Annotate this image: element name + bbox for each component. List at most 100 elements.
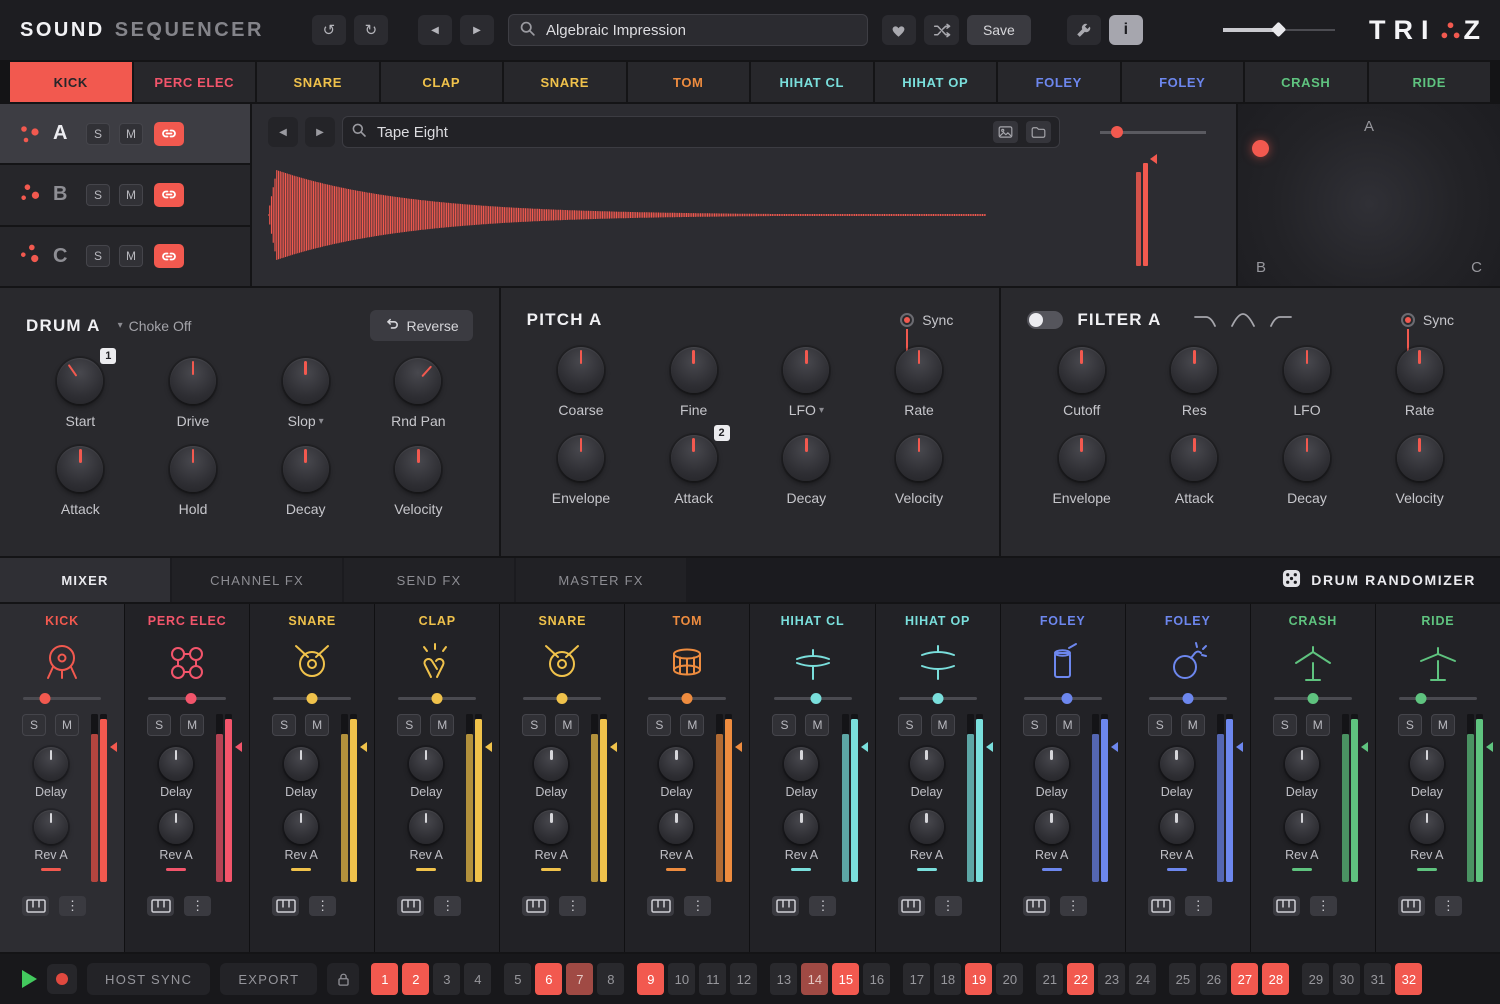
channel-menu-button[interactable]: ⋮: [1185, 896, 1212, 916]
next-preset-button[interactable]: ▶: [460, 15, 494, 45]
sample-gain-slider[interactable]: [1100, 126, 1206, 138]
channel-mute-button[interactable]: M: [55, 714, 79, 736]
envelope-knob[interactable]: [558, 435, 604, 481]
drum-tab-crash[interactable]: CRASH: [1245, 62, 1367, 102]
xy-pad-cursor[interactable]: [1252, 140, 1269, 157]
export-button[interactable]: EXPORT: [220, 963, 317, 995]
channel-mute-button[interactable]: M: [555, 714, 579, 736]
slop-knob[interactable]: [283, 358, 329, 404]
velocity-knob[interactable]: [395, 446, 441, 492]
drum-tab-ride[interactable]: RIDE: [1369, 62, 1491, 102]
channel-volume-slider[interactable]: [398, 692, 476, 704]
channel-solo-button[interactable]: S: [1148, 714, 1172, 736]
channel-mute-button[interactable]: M: [1306, 714, 1330, 736]
drum-tab-foley[interactable]: FOLEY: [998, 62, 1120, 102]
filter-type-selector[interactable]: [1194, 313, 1292, 327]
layer-link-button[interactable]: [154, 244, 184, 268]
delay-send-knob[interactable]: [34, 747, 68, 781]
pitch-sync-toggle[interactable]: Sync: [900, 312, 953, 328]
keyboard-mapping-button[interactable]: [522, 896, 549, 916]
start-knob[interactable]: 1: [57, 358, 103, 404]
step-26[interactable]: 26: [1200, 963, 1227, 995]
channel-volume-slider[interactable]: [1274, 692, 1352, 704]
settings-wrench-button[interactable]: [1067, 15, 1101, 45]
channel-menu-button[interactable]: ⋮: [559, 896, 586, 916]
filter-enable-toggle[interactable]: [1027, 311, 1063, 329]
channel-menu-button[interactable]: ⋮: [935, 896, 962, 916]
info-button[interactable]: i: [1109, 15, 1143, 45]
channel-mute-button[interactable]: M: [1431, 714, 1455, 736]
channel-volume-slider[interactable]: [273, 692, 351, 704]
step-15[interactable]: 15: [832, 963, 859, 995]
slider-handle[interactable]: [1182, 693, 1193, 704]
step-32[interactable]: 32: [1395, 963, 1422, 995]
reverb-send-knob[interactable]: [910, 810, 944, 844]
slider-handle[interactable]: [557, 693, 568, 704]
step-2[interactable]: 2: [402, 963, 429, 995]
keyboard-mapping-button[interactable]: [647, 896, 674, 916]
step-12[interactable]: 12: [730, 963, 757, 995]
velocity-knob[interactable]: [896, 435, 942, 481]
channel-solo-button[interactable]: S: [272, 714, 296, 736]
delay-send-knob[interactable]: [534, 747, 568, 781]
lfo-knob[interactable]: [783, 347, 829, 393]
attack-knob[interactable]: [1171, 435, 1217, 481]
channel-mute-button[interactable]: M: [305, 714, 329, 736]
slider-handle[interactable]: [1271, 22, 1287, 38]
channel-menu-button[interactable]: ⋮: [184, 896, 211, 916]
channel-solo-button[interactable]: S: [772, 714, 796, 736]
reverb-send-knob[interactable]: [159, 810, 193, 844]
reverb-send-knob[interactable]: [659, 810, 693, 844]
channel-menu-button[interactable]: ⋮: [1060, 896, 1087, 916]
step-24[interactable]: 24: [1129, 963, 1156, 995]
reverb-send-knob[interactable]: [1035, 810, 1069, 844]
favorite-heart-button[interactable]: [882, 15, 916, 45]
step-17[interactable]: 17: [903, 963, 930, 995]
waveform-display[interactable]: [268, 156, 986, 274]
step-5[interactable]: 5: [504, 963, 531, 995]
drum-tab-kick[interactable]: KICK: [10, 62, 132, 102]
channel-volume-slider[interactable]: [148, 692, 226, 704]
preset-search-field[interactable]: [508, 14, 868, 46]
keyboard-mapping-button[interactable]: [1273, 896, 1300, 916]
rate-knob[interactable]: [896, 347, 942, 393]
channel-solo-button[interactable]: S: [1273, 714, 1297, 736]
channel-volume-slider[interactable]: [1149, 692, 1227, 704]
attack-knob[interactable]: 2: [671, 435, 717, 481]
layer-mute-button[interactable]: M: [119, 184, 143, 206]
slider-handle[interactable]: [307, 693, 318, 704]
delay-send-knob[interactable]: [409, 747, 443, 781]
delay-send-knob[interactable]: [1410, 747, 1444, 781]
step-10[interactable]: 10: [668, 963, 695, 995]
reverb-send-knob[interactable]: [1410, 810, 1444, 844]
delay-send-knob[interactable]: [910, 747, 944, 781]
fx-tab-channel-fx[interactable]: CHANNEL FX: [172, 558, 342, 602]
channel-solo-button[interactable]: S: [647, 714, 671, 736]
choke-dropdown[interactable]: ▾Choke Off: [115, 318, 192, 334]
filter-sync-toggle[interactable]: Sync: [1401, 312, 1454, 328]
ui-scale-slider[interactable]: [1223, 23, 1335, 37]
sample-search-field[interactable]: [342, 116, 1060, 148]
slider-handle[interactable]: [186, 693, 197, 704]
step-30[interactable]: 30: [1333, 963, 1360, 995]
step-28[interactable]: 28: [1262, 963, 1289, 995]
reverb-send-knob[interactable]: [34, 810, 68, 844]
drum-tab-hihat-cl[interactable]: HIHAT CL: [751, 62, 873, 102]
channel-solo-button[interactable]: S: [22, 714, 46, 736]
step-31[interactable]: 31: [1364, 963, 1391, 995]
fx-tab-send-fx[interactable]: SEND FX: [344, 558, 514, 602]
coarse-knob[interactable]: [558, 347, 604, 393]
next-sample-button[interactable]: ▶: [305, 117, 335, 147]
fx-tab-mixer[interactable]: MIXER: [0, 558, 170, 602]
channel-solo-button[interactable]: S: [1398, 714, 1422, 736]
slider-handle[interactable]: [1061, 693, 1072, 704]
drum-tab-clap[interactable]: CLAP: [381, 62, 503, 102]
sample-search-input[interactable]: [375, 123, 985, 142]
layer-row-c[interactable]: CSM: [0, 227, 250, 286]
channel-mute-button[interactable]: M: [1056, 714, 1080, 736]
shuffle-button[interactable]: [924, 15, 959, 45]
cutoff-knob[interactable]: [1059, 347, 1105, 393]
reverb-send-knob[interactable]: [284, 810, 318, 844]
channel-menu-button[interactable]: ⋮: [809, 896, 836, 916]
step-27[interactable]: 27: [1231, 963, 1258, 995]
